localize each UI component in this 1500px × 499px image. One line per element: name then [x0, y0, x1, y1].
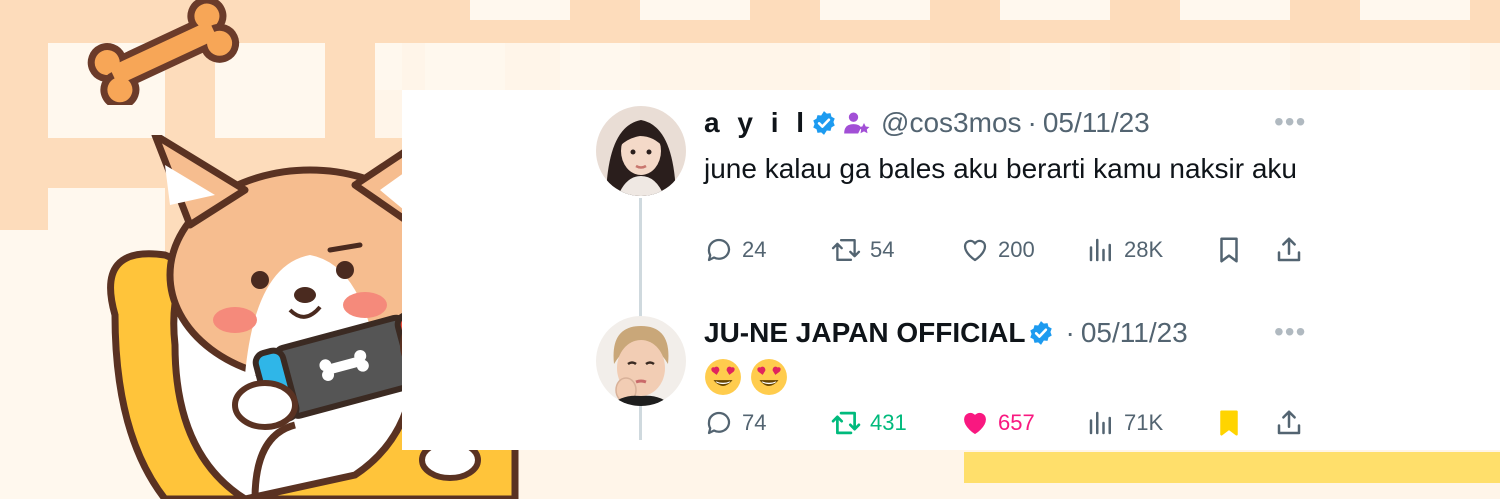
like-button[interactable]: 657 — [960, 408, 1035, 438]
tweet-header: JU-NE JAPAN OFFICIAL · 05/11/23 — [704, 316, 1304, 350]
views-button[interactable]: 71K — [1086, 408, 1163, 438]
handle[interactable]: @cos3mos — [881, 107, 1021, 139]
action-bar: 74 431 657 71K — [704, 406, 1304, 440]
tweet-header: a y i l @cos3mos · 05/11/23 — [704, 106, 1304, 140]
bookmark-icon — [1220, 237, 1238, 263]
share-button[interactable] — [1274, 235, 1304, 265]
reply-button[interactable]: 74 — [704, 408, 766, 438]
share-button[interactable] — [1274, 408, 1304, 438]
reply-icon — [707, 411, 731, 435]
tweet-thread-card: a y i l @cos3mos · 05/11/23 ••• june kal… — [402, 90, 1500, 450]
view-count: 71K — [1124, 410, 1164, 435]
verified-badge-icon — [1029, 321, 1052, 345]
separator: · — [1065, 317, 1075, 348]
views-chart-icon — [1089, 411, 1111, 435]
reply-icon — [707, 238, 731, 262]
reply-count: 74 — [742, 410, 767, 435]
reply-count: 24 — [742, 237, 767, 262]
star-user-icon — [844, 112, 870, 134]
retweet-count: 54 — [870, 237, 895, 262]
tweet-emoji-content — [704, 358, 1304, 396]
display-name[interactable]: JU-NE JAPAN OFFICIAL — [704, 317, 1026, 349]
yellow-strip — [964, 452, 1500, 483]
heart-icon — [964, 412, 986, 434]
like-button[interactable]: 200 — [960, 235, 1035, 265]
retweet-count: 431 — [870, 410, 907, 435]
heart-eyes-emoji-icon — [751, 359, 787, 395]
tweet-text: june kalau ga bales aku berarti kamu nak… — [704, 153, 1298, 184]
separator: · — [1027, 107, 1037, 138]
bookmark-button[interactable] — [1214, 235, 1244, 265]
like-count: 200 — [998, 237, 1035, 262]
views-button[interactable]: 28K — [1086, 235, 1163, 265]
tweet-date[interactable]: 05/11/23 — [1081, 317, 1188, 349]
more-options-icon[interactable]: ••• — [1274, 106, 1306, 138]
action-bar: 24 54 200 28K — [704, 233, 1304, 267]
retweet-icon — [831, 411, 861, 435]
retweet-button[interactable]: 54 — [830, 235, 894, 265]
verified-badge-icon — [813, 111, 835, 135]
bookmark-icon — [1220, 410, 1238, 436]
avatar[interactable] — [596, 316, 686, 406]
retweet-icon — [831, 238, 861, 262]
display-name[interactable]: a y i l — [704, 107, 809, 139]
more-options-icon[interactable]: ••• — [1274, 316, 1306, 348]
like-count: 657 — [998, 410, 1035, 435]
bookmark-button[interactable] — [1214, 408, 1244, 438]
bone-icon — [87, 0, 240, 105]
views-chart-icon — [1089, 238, 1111, 262]
heart-eyes-emoji-icon — [705, 359, 741, 395]
retweet-button[interactable]: 431 — [830, 408, 907, 438]
heart-icon — [963, 239, 987, 262]
share-icon — [1277, 410, 1301, 435]
view-count: 28K — [1124, 237, 1164, 262]
reply-button[interactable]: 24 — [704, 235, 766, 265]
avatar[interactable] — [596, 106, 686, 196]
share-icon — [1277, 237, 1301, 262]
tweet-date[interactable]: 05/11/23 — [1043, 107, 1150, 139]
